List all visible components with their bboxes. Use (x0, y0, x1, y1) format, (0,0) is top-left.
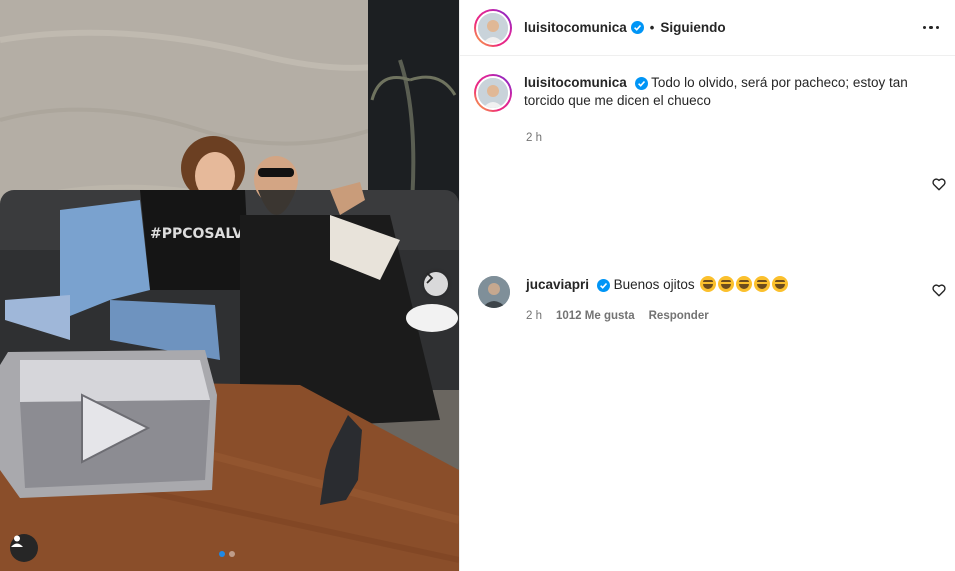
header-username[interactable]: luisitocomunica (524, 20, 627, 35)
avatar-illustration (478, 78, 508, 108)
avatar[interactable] (474, 8, 512, 47)
more-options-icon (935, 25, 939, 30)
verified-badge-icon (630, 21, 644, 34)
carousel-next-button[interactable] (424, 272, 448, 296)
laughing-emoji-icon (736, 276, 753, 292)
heart-outline-icon[interactable] (932, 284, 946, 297)
comment-username[interactable]: jucaviapri (526, 277, 589, 292)
carousel-dot-active (219, 551, 225, 557)
user-tag-button[interactable] (10, 534, 38, 562)
avatar-image (476, 76, 510, 110)
laughing-emoji-icon (754, 276, 771, 292)
comment-timestamp[interactable]: 2 h (526, 310, 542, 322)
laughing-emoji-icon (700, 276, 717, 292)
laughing-emoji-icon (772, 276, 789, 292)
chevron-right-icon (426, 272, 434, 284)
carousel-indicator (219, 551, 235, 557)
following-button[interactable]: Siguiendo (660, 20, 725, 35)
photo-illustration: #PPCOSALVC (0, 0, 459, 571)
comment-body: jucaviapri Buenos ojitos (526, 276, 789, 308)
carousel-dot (229, 551, 235, 557)
more-options-icon (929, 25, 933, 30)
post-details-panel: luisitocomunica • Siguiendo luisitocomun… (459, 0, 955, 571)
avatar-illustration (478, 12, 508, 43)
user-tag-icon (11, 535, 23, 547)
verified-badge-icon (596, 278, 610, 292)
avatar-image (476, 10, 510, 45)
post-photo[interactable]: #PPCOSALVC (0, 0, 459, 571)
more-options-icon (922, 25, 926, 30)
comment-avatar[interactable] (478, 276, 510, 308)
caption-text-block: luisitocomunica Todo lo olvido, será por… (524, 74, 924, 112)
comment-text: Buenos ojitos (613, 277, 695, 292)
post-header: luisitocomunica • Siguiendo (460, 0, 955, 56)
reply-button[interactable]: Responder (649, 310, 709, 322)
header-separator: • (649, 20, 655, 35)
avatar-illustration (478, 276, 510, 308)
svg-text:#PPCOSALVC: #PPCOSALVC (150, 226, 253, 242)
instagram-post: #PPCOSALVC luisitocomunica • Siguiendo l… (0, 0, 955, 571)
caption-timestamp[interactable]: 2 h (526, 132, 542, 144)
heart-outline-icon[interactable] (932, 178, 946, 191)
comment-item: jucaviapri Buenos ojitos (478, 276, 948, 308)
avatar[interactable] (474, 74, 512, 112)
comment-likes[interactable]: 1012 Me gusta (556, 310, 635, 322)
laughing-emoji-icon (718, 276, 735, 292)
comment-meta: 2 h 1012 Me gusta Responder (526, 310, 709, 322)
caption-username[interactable]: luisitocomunica (524, 75, 627, 90)
post-caption: luisitocomunica Todo lo olvido, será por… (474, 74, 944, 112)
more-options-button[interactable] (921, 20, 942, 36)
verified-badge-icon (634, 76, 648, 90)
